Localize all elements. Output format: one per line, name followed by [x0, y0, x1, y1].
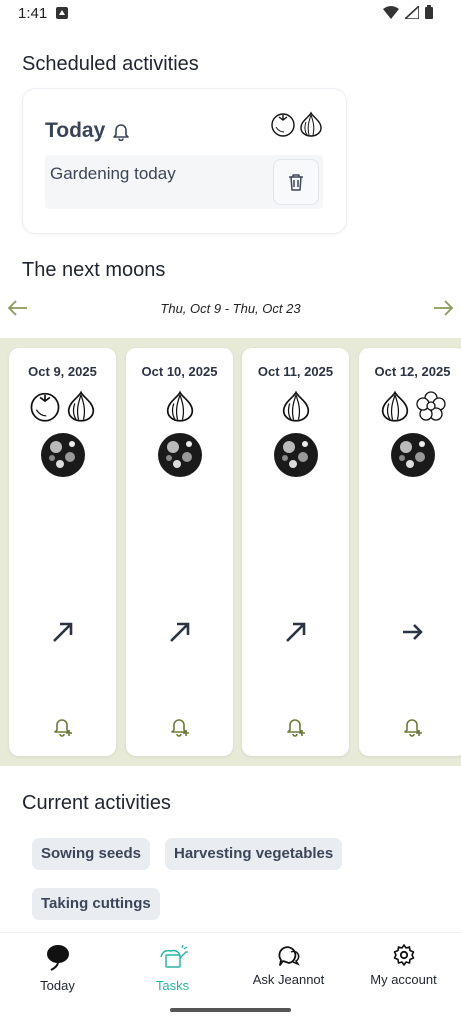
- wifi-icon: [383, 5, 399, 19]
- tomato-icon: [271, 113, 295, 137]
- moons-range-nav: Thu, Oct 9 - Thu, Oct 23: [0, 293, 461, 325]
- flower-icon: [415, 391, 446, 421]
- delete-task-button[interactable]: [273, 159, 319, 205]
- garlic-icon: [381, 390, 408, 422]
- nav-tasks[interactable]: Tasks: [115, 943, 230, 993]
- arrow-right-icon[interactable]: [433, 299, 453, 317]
- today-card-title: Today: [45, 119, 106, 142]
- moon-day-plant-icons: [359, 390, 461, 422]
- garlic-icon: [67, 390, 94, 422]
- bell-icon[interactable]: [111, 121, 131, 141]
- add-reminder-bell-icon[interactable]: [285, 715, 307, 737]
- add-reminder-bell-icon[interactable]: [169, 715, 191, 737]
- moon-day-card[interactable]: Oct 10, 2025: [126, 348, 233, 756]
- nav-ask-jeannot-label: Ask Jeannot: [252, 972, 325, 987]
- activity-chip[interactable]: Taking cuttings: [32, 888, 160, 920]
- garlic-icon: [166, 390, 193, 422]
- status-time: 1:41: [18, 5, 48, 22]
- arrow-up-right-icon: [52, 622, 72, 642]
- activity-chip[interactable]: Sowing seeds: [32, 838, 151, 870]
- signal-icon: [405, 5, 419, 19]
- system-icons: [383, 5, 433, 19]
- full-moon-icon: [390, 433, 435, 477]
- activity-chip[interactable]: Harvesting vegetables: [165, 838, 343, 870]
- arrow-up-right-icon: [169, 622, 189, 642]
- moon-day-plant-icons: [126, 390, 233, 422]
- chat-icon: [277, 946, 300, 966]
- moons-date-range: Thu, Oct 9 - Thu, Oct 23: [160, 301, 301, 316]
- full-moon-icon: [40, 433, 85, 477]
- nav-tasks-label: Tasks: [155, 978, 190, 993]
- moon-day-date: Oct 9, 2025: [28, 364, 97, 379]
- tomato-icon: [30, 392, 59, 422]
- moon-day-plant-icons: [242, 390, 349, 422]
- leaf-icon: [46, 945, 69, 971]
- nav-my-account-label: My account: [370, 972, 437, 987]
- garlic-icon: [282, 390, 309, 422]
- scheduled-task-label: Gardening today: [50, 164, 176, 183]
- notification-icon: [56, 7, 68, 19]
- arrow-up-right-icon: [285, 622, 305, 642]
- moon-day-date: Oct 11, 2025: [257, 364, 334, 379]
- full-moon-icon: [273, 433, 318, 477]
- nav-my-account[interactable]: My account: [346, 943, 461, 987]
- arrow-right-icon: [402, 624, 423, 640]
- today-plant-icons: [270, 111, 324, 137]
- nav-today[interactable]: Today: [0, 943, 115, 993]
- status-bar: 1:41: [0, 0, 461, 28]
- gear-icon: [393, 944, 414, 966]
- add-reminder-bell-icon[interactable]: [402, 715, 424, 737]
- moon-day-date: Oct 10, 2025: [141, 364, 218, 379]
- moons-title: The next moons: [22, 259, 166, 281]
- moon-day-card[interactable]: Oct 11, 2025: [242, 348, 349, 756]
- scheduled-task-row[interactable]: Gardening today: [45, 155, 323, 209]
- today-card[interactable]: Today Gardening today: [22, 88, 347, 234]
- moon-day-card[interactable]: Oct 12, 2025: [359, 348, 461, 756]
- trash-icon: [289, 174, 303, 191]
- scheduled-title: Scheduled activities: [22, 53, 199, 75]
- moons-carousel[interactable]: Oct 9, 2025 Oct 10, 2025 Oct 11, 2025 Oc…: [0, 338, 461, 766]
- garlic-icon: [300, 111, 322, 137]
- moon-day-card[interactable]: Oct 9, 2025: [9, 348, 116, 756]
- nav-today-label: Today: [40, 978, 75, 993]
- moon-day-date: Oct 12, 2025: [374, 364, 451, 379]
- moon-day-plant-icons: [9, 390, 116, 422]
- nav-ask-jeannot[interactable]: Ask Jeannot: [231, 943, 346, 987]
- battery-icon: [425, 5, 433, 19]
- gesture-handle[interactable]: [170, 1008, 291, 1012]
- watering-can-icon: [159, 944, 188, 968]
- full-moon-icon: [157, 433, 202, 477]
- add-reminder-bell-icon[interactable]: [52, 715, 74, 737]
- current-activities-title: Current activities: [22, 792, 171, 814]
